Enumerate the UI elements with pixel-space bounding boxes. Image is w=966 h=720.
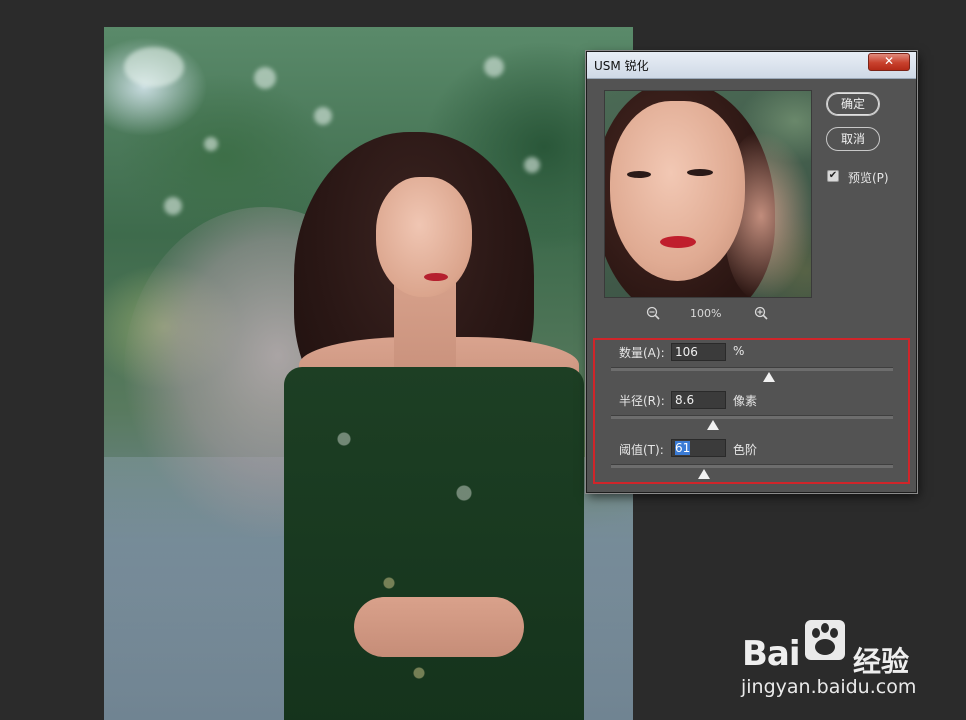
zoom-level: 100% xyxy=(690,307,722,320)
photo-canvas xyxy=(104,27,633,720)
amount-input[interactable]: 106 xyxy=(671,343,726,361)
watermark-brand: Bai xyxy=(742,634,801,674)
zoom-controls: 100% xyxy=(604,306,812,322)
dialog-titlebar[interactable]: USM 锐化 ✕ xyxy=(587,52,916,79)
preview-checkbox[interactable]: ✔ xyxy=(827,170,839,182)
subject-face xyxy=(376,177,472,297)
watermark-url: jingyan.baidu.com xyxy=(741,676,917,698)
checkmark-icon: ✔ xyxy=(828,170,838,181)
amount-unit: % xyxy=(733,344,745,358)
radius-input[interactable]: 8.6 xyxy=(671,391,726,409)
close-button[interactable]: ✕ xyxy=(868,53,910,71)
radius-slider-track[interactable] xyxy=(611,415,893,419)
threshold-unit: 色阶 xyxy=(733,443,758,457)
threshold-input[interactable]: 61 xyxy=(671,439,726,457)
subject-dress xyxy=(284,367,584,720)
watermark-brand-cn: 经验 xyxy=(853,645,910,678)
threshold-label: 阈值(T): xyxy=(619,443,664,457)
zoom-out-icon[interactable] xyxy=(646,306,660,324)
radius-label: 半径(R): xyxy=(619,394,665,408)
cancel-button[interactable]: 取消 xyxy=(826,127,880,151)
amount-slider-track[interactable] xyxy=(611,367,893,371)
dialog-title: USM 锐化 xyxy=(594,59,649,73)
preview-image[interactable] xyxy=(604,90,812,298)
usm-sharpen-dialog: USM 锐化 ✕ 100% 确定 取消 ✔ 预览(P) 数量(A): 106 %… xyxy=(586,51,917,493)
baidu-paw-icon xyxy=(805,620,845,660)
ok-button[interactable]: 确定 xyxy=(826,92,880,116)
amount-label: 数量(A): xyxy=(619,346,665,360)
parameters-highlight-box: 数量(A): 106 % 半径(R): 8.6 像素 阈值(T): 61 色阶 xyxy=(593,338,910,484)
zoom-in-icon[interactable] xyxy=(754,306,768,324)
radius-unit: 像素 xyxy=(733,394,758,408)
threshold-slider-track[interactable] xyxy=(611,464,893,468)
preview-checkbox-label: 预览(P) xyxy=(848,171,889,185)
